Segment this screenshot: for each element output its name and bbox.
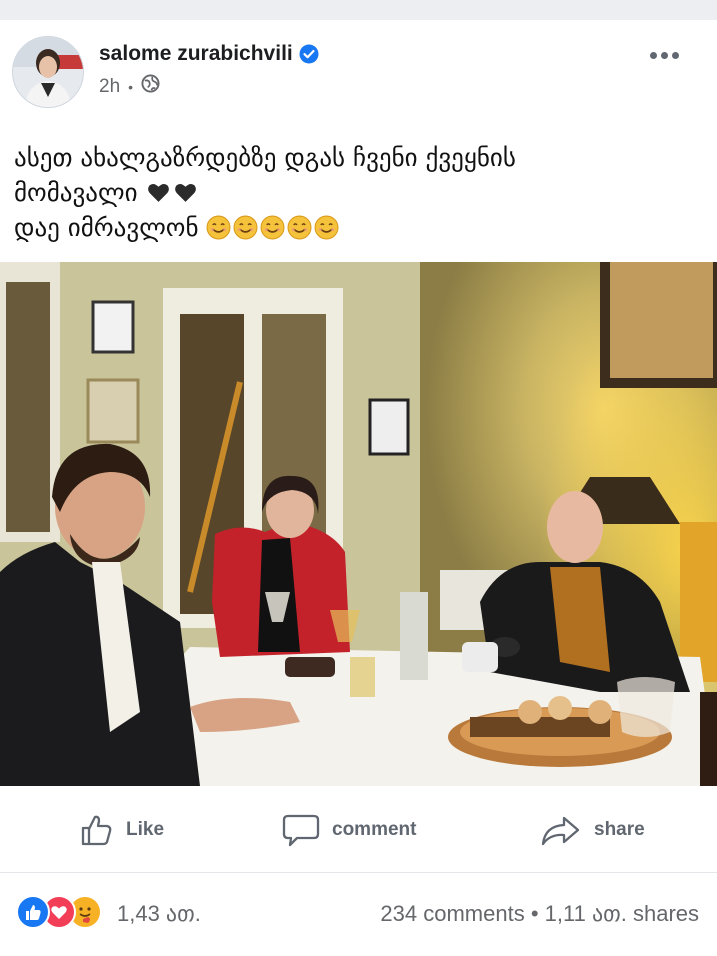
post-meta: 2h • <box>99 74 160 99</box>
thumbs-up-icon <box>81 815 112 846</box>
hearts-emoji <box>146 178 200 207</box>
comment-icon <box>282 814 320 847</box>
share-label[interactable]: share <box>594 819 645 841</box>
stats-separator: • <box>530 901 539 926</box>
post-text: ასეთ ახალგაზრდებზე დგას ჩვენი ქვეყნის მო… <box>14 140 704 245</box>
post-actions: Like comment share <box>0 786 717 873</box>
post-text-line-with-smileys: დაე იმრავლონ <box>14 210 704 245</box>
post-header: salome zurabichvili 2h • <box>0 20 717 110</box>
smiley-icon <box>261 215 285 240</box>
comment-button[interactable]: comment <box>282 812 416 848</box>
smiley-icon <box>315 215 339 240</box>
shares-count[interactable]: 1,11 ათ. shares <box>545 901 699 926</box>
reactions-summary[interactable] <box>16 895 102 929</box>
author-name-text[interactable]: salome zurabichvili <box>99 42 293 66</box>
post-time[interactable]: 2h <box>99 76 120 98</box>
comments-shares-summary: 234 comments • 1,11 ათ. shares <box>380 901 699 927</box>
like-reaction-icon <box>16 895 50 929</box>
meta-separator: • <box>128 78 134 95</box>
smiley-icon <box>234 215 258 240</box>
comment-label[interactable]: comment <box>332 819 416 841</box>
share-icon <box>541 816 580 846</box>
like-label[interactable]: Like <box>126 819 164 841</box>
comments-count[interactable]: 234 comments <box>380 901 524 926</box>
post-stats: 1,43 ათ. 234 comments • 1,11 ათ. shares <box>0 873 717 953</box>
more-options-button[interactable] <box>650 52 679 59</box>
top-bar <box>0 0 717 20</box>
more-dot-icon <box>661 52 668 59</box>
smiley-emoji <box>206 213 341 242</box>
reactions-count[interactable]: 1,43 ათ. <box>117 901 201 927</box>
author-name[interactable]: salome zurabichvili <box>99 42 319 66</box>
smiley-icon <box>207 215 231 240</box>
globe-icon <box>141 74 160 99</box>
post-text-line: ასეთ ახალგაზრდებზე დგას ჩვენი ქვეყნის <box>14 143 516 172</box>
more-dot-icon <box>650 52 657 59</box>
post-text-line-with-hearts: მომავალი <box>14 175 704 210</box>
post-text-line: მომავალი <box>14 178 138 207</box>
more-dot-icon <box>672 52 679 59</box>
post-photo[interactable] <box>0 262 717 786</box>
like-button[interactable]: Like <box>78 812 164 848</box>
heart-icon <box>147 183 169 202</box>
heart-icon <box>174 183 196 202</box>
avatar[interactable] <box>12 36 84 108</box>
smiley-icon <box>288 215 312 240</box>
verified-badge-icon <box>299 44 319 64</box>
share-button[interactable]: share <box>540 812 645 848</box>
post-text-line: დაე იმრავლონ <box>14 213 199 242</box>
